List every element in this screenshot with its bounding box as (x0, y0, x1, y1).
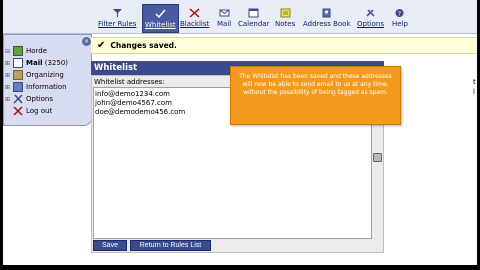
tree-toggle-icon[interactable]: ⊞ (4, 72, 11, 79)
help-icon: ? (395, 9, 404, 17)
help-button[interactable]: ? Help (392, 8, 408, 28)
check-icon: ✔ (97, 40, 106, 51)
help-label: Help (392, 20, 408, 28)
filter-rules-button[interactable]: Filter Rules (98, 8, 136, 28)
sidebar-nav: × ⊟ Horde ⊞ Mail (3250) ⊞ Organizing ⊞ I… (3, 34, 92, 126)
right-edge-mark: t (473, 78, 476, 86)
sidebar-item-label: Options (26, 95, 54, 103)
horde-icon (13, 46, 23, 56)
right-edge-mark: l (473, 88, 475, 96)
notes-label: Notes (275, 20, 296, 28)
mail-icon (13, 58, 23, 68)
check-icon (155, 9, 166, 19)
address-book-button[interactable]: Address Book (303, 8, 351, 28)
collapse-sidebar-icon[interactable]: × (82, 37, 91, 46)
notification-message: Changes saved. (110, 41, 177, 50)
blacklist-label: Blacklist (180, 20, 210, 28)
calendar-button[interactable]: Calendar (238, 8, 269, 28)
mail-label: Mail (217, 20, 232, 28)
logout-icon (13, 106, 23, 116)
address-book-icon (322, 8, 331, 18)
tree-toggle-icon[interactable]: ⊞ (4, 84, 11, 91)
notes-icon (280, 8, 291, 18)
bottom-black-bar (0, 265, 480, 270)
mail-button[interactable]: Mail (217, 8, 231, 28)
return-to-rules-button[interactable]: Return to Rules List (130, 240, 211, 251)
notes-button[interactable]: Notes (275, 8, 295, 28)
options-icon (366, 9, 375, 17)
blacklist-icon (189, 8, 200, 18)
tree-toggle-icon[interactable]: ⊞ (4, 60, 11, 67)
whitelist-info-tooltip: The Whitelist has been saved and these a… (230, 66, 401, 125)
save-button[interactable]: Save (93, 240, 127, 251)
sidebar-item-logout[interactable]: Log out (4, 106, 52, 116)
sidebar-item-information[interactable]: ⊞ Information (4, 82, 67, 92)
address-book-label: Address Book (303, 20, 351, 28)
filter-rules-icon (112, 9, 122, 17)
information-icon (13, 82, 23, 92)
sidebar-item-label: Horde (26, 47, 48, 55)
top-toolbar: Filter Rules Whitelist Blacklist Mail Ca… (3, 0, 477, 34)
sidebar-item-organizing[interactable]: ⊞ Organizing (4, 70, 64, 80)
options-label: Options (357, 20, 385, 28)
mail-icon (219, 9, 230, 17)
textarea-resize-icon[interactable] (373, 153, 382, 162)
sidebar-item-label: Information (26, 83, 67, 91)
calendar-icon (248, 8, 259, 18)
whitelist-addresses-label: Whitelist addresses: (94, 78, 165, 86)
organizing-icon (13, 70, 23, 80)
tree-toggle-icon[interactable]: ⊞ (4, 96, 11, 103)
svg-text:?: ? (398, 10, 401, 17)
options-button[interactable]: Options (357, 8, 384, 28)
whitelist-label: Whitelist (145, 21, 176, 29)
sidebar-item-label: Mail (26, 59, 43, 67)
sidebar-item-horde[interactable]: ⊟ Horde (4, 46, 47, 56)
notification-bar: ✔ Changes saved. (91, 37, 477, 54)
options-icon (13, 94, 23, 104)
blacklist-button[interactable]: Blacklist (180, 8, 209, 28)
tree-toggle-icon[interactable]: ⊟ (4, 48, 11, 55)
sidebar-item-options[interactable]: ⊞ Options (4, 94, 53, 104)
mail-count: (3250) (44, 59, 69, 67)
whitelist-button[interactable]: Whitelist (142, 4, 179, 33)
calendar-label: Calendar (238, 20, 270, 28)
sidebar-item-label: Log out (26, 107, 53, 115)
sidebar-item-mail[interactable]: ⊞ Mail (3250) (4, 58, 68, 68)
filter-rules-label: Filter Rules (98, 20, 137, 28)
sidebar-item-label: Organizing (26, 71, 64, 79)
